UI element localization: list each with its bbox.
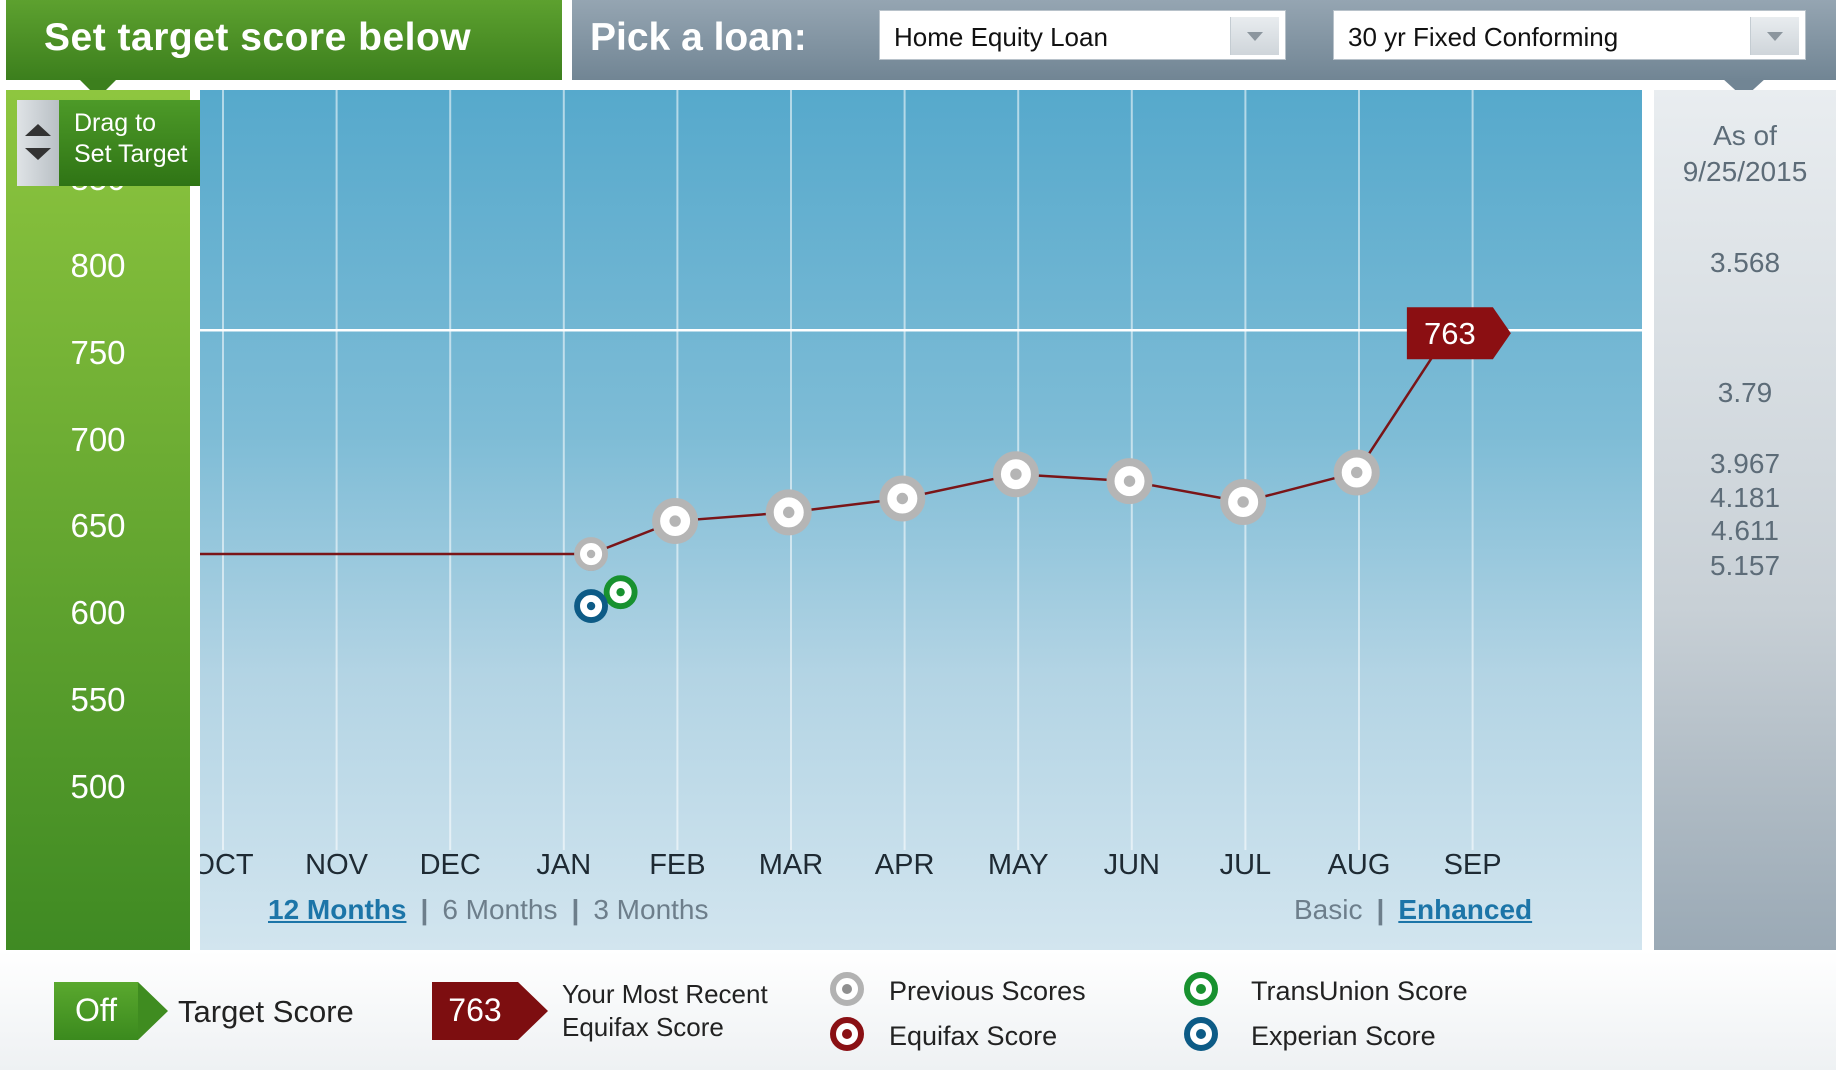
rate-value: 3.79 (1717, 376, 1773, 408)
x-tick-label: SEP (1444, 849, 1502, 881)
view-separator: | (1376, 894, 1385, 925)
loan-type-value: Home Equity Loan (894, 22, 1108, 52)
y-tick-label: 600 (70, 594, 126, 631)
up-down-arrows-icon[interactable] (17, 100, 59, 186)
score-chart-plot: OCT NOV DEC JAN FEB MAR APR MAY JUN JUL AUG SEP 763 (200, 90, 1642, 881)
previous-score-point (1333, 449, 1380, 496)
previous-score-point (1106, 458, 1153, 505)
range-separator: | (420, 894, 429, 925)
arrow-down-icon (25, 148, 51, 160)
view-toggle: Basic | Enhanced (1294, 894, 1532, 926)
experian-score-point (574, 589, 609, 624)
x-tick-label: JUL (1220, 849, 1272, 881)
x-tick-label: NOV (305, 849, 369, 881)
set-target-title: Set target score below (44, 16, 472, 59)
x-tick-label: JUN (1104, 849, 1160, 881)
x-tick-label: JAN (536, 849, 591, 881)
y-tick-label: 750 (70, 333, 126, 371)
score-axis-column: 850 800 750 700 650 600 550 500 (6, 90, 190, 950)
rate-value: 3.568 (1709, 246, 1781, 278)
set-target-header: Set target score below (6, 0, 562, 80)
previous-score-point (879, 475, 926, 522)
loan-term-select[interactable]: 30 yr Fixed Conforming (1333, 10, 1806, 60)
previous-score-point (1220, 478, 1267, 525)
y-tick-label: 700 (70, 420, 126, 458)
previous-score-point (652, 498, 699, 545)
latest-score-value: 763 (448, 992, 502, 1028)
target-toggle-value: Off (74, 992, 118, 1028)
latest-score-badge: 763 (432, 982, 518, 1040)
x-tick-label: FEB (649, 849, 705, 881)
previous-score-point (574, 537, 609, 572)
rates-column: As of 9/25/2015 3.568 3.79 3.967 4.181 4… (1654, 90, 1836, 950)
equifax-score-line (590, 329, 1451, 556)
x-tick-label: MAY (988, 849, 1049, 881)
range-12-months[interactable]: 12 Months (268, 894, 406, 925)
arrow-up-icon (25, 124, 51, 136)
legend-previous-label: Previous Scores (889, 976, 1086, 1006)
target-toggle-arrow[interactable] (138, 982, 168, 1040)
rate-value: 5.157 (1709, 550, 1781, 582)
y-tick-label: 550 (70, 680, 126, 718)
x-tick-label: OCT (200, 849, 254, 881)
latest-score-label: Your Most Recent Equifax Score (562, 979, 768, 1042)
equifax-score-icon (830, 1017, 864, 1051)
view-basic[interactable]: Basic (1294, 894, 1362, 925)
legend-experian-label: Experian Score (1251, 1021, 1436, 1051)
range-3-months[interactable]: 3 Months (593, 894, 708, 925)
latest-score-badge-arrow (518, 982, 548, 1040)
chart-legend: Off Target Score 763 Your Most Recent Eq… (0, 950, 1836, 1070)
rate-value: 4.611 (1711, 515, 1779, 547)
previous-score-icon (830, 972, 864, 1006)
loan-term-value: 30 yr Fixed Conforming (1348, 22, 1619, 52)
legend-transunion-label: TransUnion Score (1251, 976, 1468, 1006)
chevron-down-icon[interactable] (1750, 17, 1799, 55)
transunion-score-point (603, 575, 638, 610)
y-tick-label: 800 (70, 247, 126, 284)
chevron-down-icon[interactable] (1230, 17, 1279, 55)
x-tick-label: MAR (759, 849, 823, 881)
previous-score-point (992, 451, 1039, 498)
experian-score-icon (1184, 1017, 1218, 1051)
x-tick-label: DEC (420, 849, 481, 881)
legend-equifax-label: Equifax Score (889, 1021, 1058, 1051)
score-chart: OCT NOV DEC JAN FEB MAR APR MAY JUN JUL AUG SEP 763 … (200, 90, 1642, 950)
time-range-toggle: 12 Months | 6 Months | 3 Months (268, 894, 709, 926)
rate-value: 4.181 (1709, 482, 1781, 514)
view-enhanced[interactable]: Enhanced (1398, 894, 1532, 925)
target-score-label: Target Score (178, 994, 354, 1029)
x-tick-label: AUG (1328, 849, 1391, 881)
target-toggle-button[interactable]: Off (54, 982, 138, 1040)
y-tick-label: 650 (70, 507, 126, 545)
pick-loan-label: Pick a loan: (590, 16, 807, 59)
rates-as-of-date: 9/25/2015 (1682, 156, 1808, 187)
latest-score-flag-label: 763 (1424, 316, 1476, 351)
rate-value: 3.967 (1709, 447, 1781, 479)
loan-type-select[interactable]: Home Equity Loan (879, 10, 1286, 60)
y-tick-label: 500 (70, 767, 126, 805)
range-6-months[interactable]: 6 Months (442, 894, 557, 925)
target-handle-label: Drag to Set Target (74, 109, 188, 168)
rates-as-of: As of 9/25/2015 (1682, 120, 1808, 187)
previous-score-point (765, 489, 812, 536)
transunion-score-icon (1184, 972, 1218, 1006)
range-separator: | (571, 894, 580, 925)
x-tick-label: APR (875, 849, 935, 881)
